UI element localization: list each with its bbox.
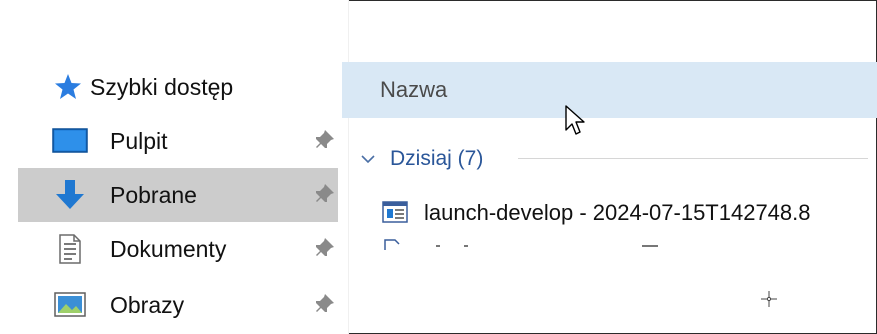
group-divider-line bbox=[518, 158, 868, 159]
document-icon bbox=[52, 234, 88, 264]
navigation-pane: Szybki dostęp Pulpit Pobrane Dokumenty O… bbox=[0, 0, 348, 334]
sidebar-item-label: Pobrane bbox=[110, 181, 197, 208]
pane-divider bbox=[348, 0, 349, 334]
sidebar-item-downloads[interactable]: Pobrane bbox=[18, 168, 338, 222]
group-label: Dzisiaj (7) bbox=[390, 147, 484, 170]
log-file-icon bbox=[382, 201, 408, 223]
sidebar-item-pictures[interactable]: Obrazy bbox=[18, 278, 338, 332]
file-icon bbox=[383, 238, 405, 250]
mouse-cursor bbox=[564, 104, 590, 138]
sidebar-item-label: Pulpit bbox=[110, 127, 168, 154]
sidebar-item-label: Obrazy bbox=[110, 291, 185, 318]
file-name: launch-develop - 2024-07-15T142748.8 bbox=[424, 200, 811, 225]
desktop-icon bbox=[52, 126, 88, 156]
sidebar-item-desktop[interactable]: Pulpit bbox=[18, 114, 338, 168]
text-fragment bbox=[464, 245, 468, 247]
text-fragment bbox=[642, 245, 658, 247]
column-header-name[interactable]: Nazwa bbox=[342, 62, 877, 118]
download-arrow-icon bbox=[52, 180, 88, 210]
chevron-down-icon[interactable] bbox=[360, 152, 376, 170]
star-icon bbox=[50, 72, 86, 102]
sidebar-item-label: Dokumenty bbox=[110, 235, 227, 262]
crosshair-icon bbox=[760, 290, 778, 308]
pin-icon[interactable] bbox=[314, 129, 338, 153]
pin-icon[interactable] bbox=[314, 237, 338, 261]
sidebar-item-quick-access[interactable]: Szybki dostęp bbox=[18, 60, 338, 114]
pictures-icon bbox=[52, 290, 88, 320]
file-row-partial[interactable] bbox=[380, 236, 877, 250]
pin-icon[interactable] bbox=[314, 293, 338, 317]
sidebar-item-label: Szybki dostęp bbox=[90, 73, 234, 100]
sidebar-item-documents[interactable]: Dokumenty bbox=[18, 222, 338, 276]
column-header-label: Nazwa bbox=[380, 77, 448, 102]
file-row[interactable]: launch-develop - 2024-07-15T142748.8 bbox=[380, 196, 877, 232]
pin-icon[interactable] bbox=[314, 183, 338, 207]
text-fragment bbox=[436, 245, 440, 247]
